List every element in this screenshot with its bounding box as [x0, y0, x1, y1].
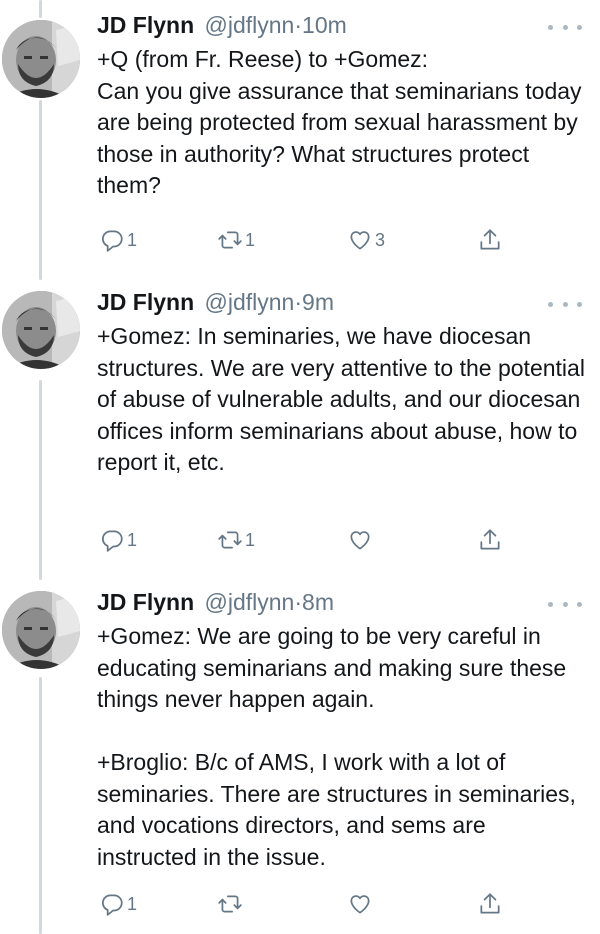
retweet-button[interactable]: 1: [217, 225, 255, 255]
reply-button[interactable]: 1: [99, 525, 137, 555]
share-icon: [477, 891, 503, 917]
thread-line: [39, 100, 42, 280]
reply-icon: [99, 891, 125, 917]
more-options-icon[interactable]: [548, 299, 582, 309]
tweet-thread: JD Flynn @jdflynn·10m +Q (from Fr. Reese…: [0, 0, 600, 934]
timestamp[interactable]: 9m: [302, 289, 334, 315]
action-bar: 1: [97, 889, 517, 919]
reply-icon: [99, 227, 125, 253]
like-button[interactable]: [347, 889, 375, 919]
timestamp[interactable]: 8m: [302, 589, 334, 615]
tweet-text: +Gomez: In seminaries, we have diocesan …: [97, 323, 585, 475]
reply-button[interactable]: 1: [99, 225, 137, 255]
avatar-image: [2, 20, 80, 98]
reply-count: 1: [127, 529, 138, 550]
retweet-icon: [217, 891, 243, 917]
action-bar: 1 1 3: [97, 225, 517, 255]
tweet-text: +Gomez: We are going to be very careful …: [97, 623, 576, 870]
tweet-header: JD Flynn @jdflynn·10m: [97, 10, 560, 40]
retweet-button[interactable]: [217, 889, 245, 919]
author-handle[interactable]: @jdflynn: [205, 289, 295, 315]
like-count: 3: [375, 229, 386, 250]
author-name[interactable]: JD Flynn: [97, 289, 194, 315]
action-bar: 1 1: [97, 525, 517, 555]
share-icon: [477, 227, 503, 253]
like-button[interactable]: [347, 525, 375, 555]
separator: ·: [294, 289, 303, 315]
more-options-icon[interactable]: [548, 599, 582, 609]
thread-line: [39, 380, 42, 580]
retweet-count: 1: [245, 229, 256, 250]
share-button[interactable]: [477, 889, 503, 919]
retweet-button[interactable]: 1: [217, 525, 255, 555]
share-button[interactable]: [477, 525, 503, 555]
reply-count: 1: [127, 893, 138, 914]
avatar[interactable]: [2, 20, 80, 98]
author-handle[interactable]: @jdflynn: [205, 12, 295, 38]
tweet-header: JD Flynn @jdflynn·8m: [97, 587, 560, 617]
avatar-image: [2, 591, 80, 669]
author-name[interactable]: JD Flynn: [97, 12, 194, 38]
heart-icon: [347, 227, 373, 253]
avatar[interactable]: [2, 591, 80, 669]
share-button[interactable]: [477, 225, 503, 255]
separator: ·: [294, 589, 303, 615]
thread-line-top: [39, 0, 42, 18]
heart-icon: [347, 527, 373, 553]
tweet-text: +Q (from Fr. Reese) to +Gomez: Can you g…: [97, 46, 582, 198]
tweet-header: JD Flynn @jdflynn·9m: [97, 287, 560, 317]
retweet-icon: [217, 227, 243, 253]
author-handle[interactable]: @jdflynn: [205, 589, 295, 615]
timestamp[interactable]: 10m: [302, 12, 347, 38]
more-options-icon[interactable]: [548, 22, 582, 32]
share-icon: [477, 527, 503, 553]
avatar-image: [2, 291, 80, 369]
like-button[interactable]: 3: [347, 225, 385, 255]
separator: ·: [294, 12, 303, 38]
reply-button[interactable]: 1: [99, 889, 137, 919]
retweet-count: 1: [245, 529, 256, 550]
heart-icon: [347, 891, 373, 917]
thread-line: [39, 677, 42, 934]
reply-count: 1: [127, 229, 138, 250]
retweet-icon: [217, 527, 243, 553]
reply-icon: [99, 527, 125, 553]
avatar[interactable]: [2, 291, 80, 369]
author-name[interactable]: JD Flynn: [97, 589, 194, 615]
